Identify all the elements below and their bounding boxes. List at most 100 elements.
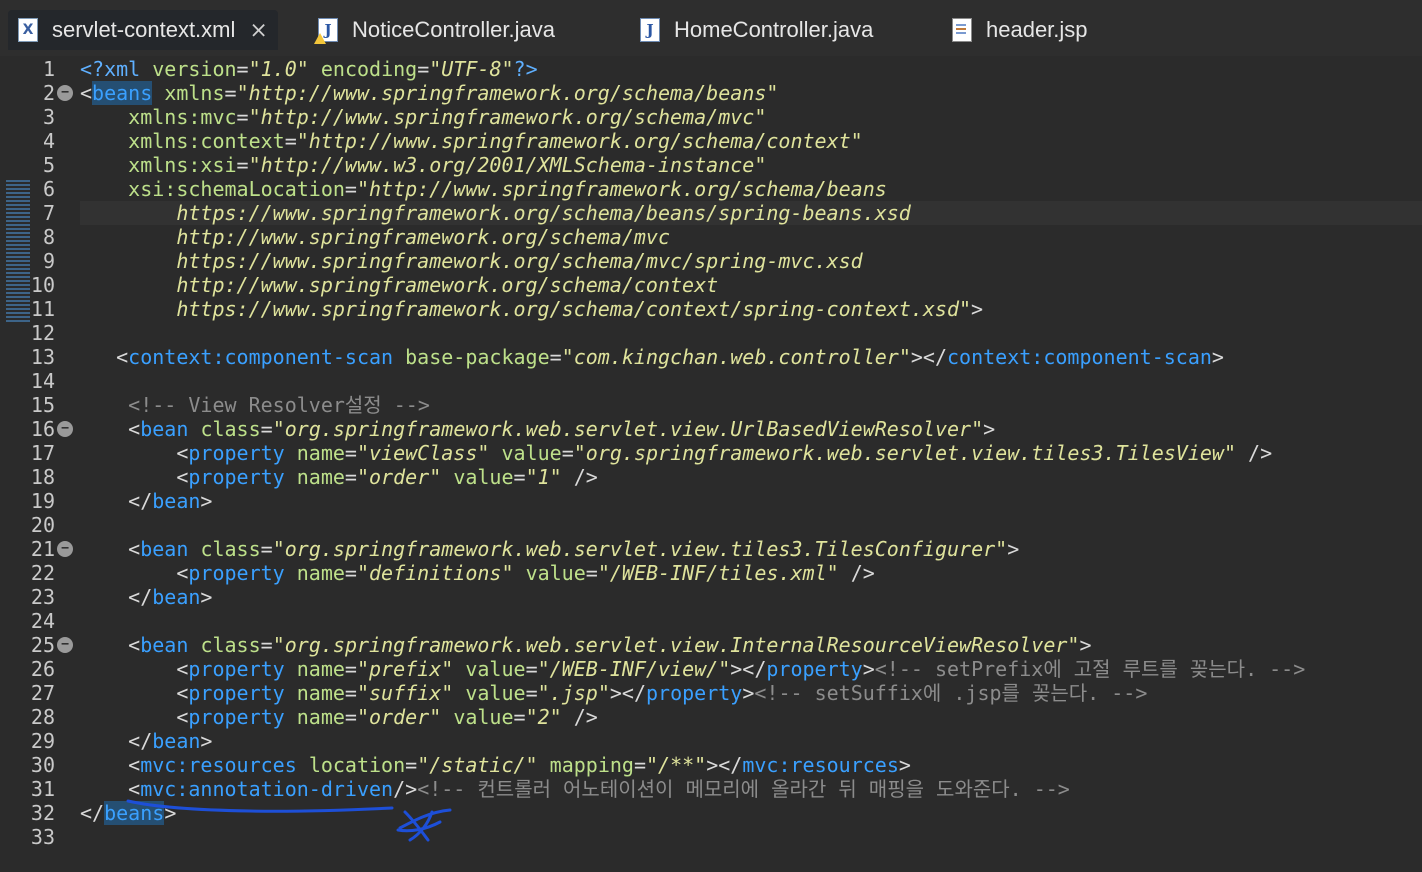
code-line[interactable]: 20 — [0, 513, 1422, 537]
code-line[interactable]: 11 https://www.springframework.org/schem… — [0, 297, 1422, 321]
close-icon[interactable]: ⨯ — [249, 19, 267, 41]
fold-toggle-icon[interactable]: − — [57, 637, 73, 653]
tab-header-jsp[interactable]: header.jsp — [952, 10, 1088, 50]
code-token: "/**" — [646, 753, 707, 777]
code-token: "viewClass" — [356, 441, 490, 465]
code-token: = — [260, 537, 273, 561]
code-token: > — [742, 681, 755, 705]
code-token: value — [465, 681, 526, 705]
code-line[interactable]: 25− <bean class="org.springframework.web… — [0, 633, 1422, 657]
code-line[interactable]: 32 </beans> — [0, 801, 1422, 825]
code-line[interactable]: 9 https://www.springframework.org/schema… — [0, 249, 1422, 273]
fold-toggle-icon[interactable]: − — [57, 421, 73, 437]
code-line[interactable]: 6 xsi:schemaLocation="http://www.springf… — [0, 177, 1422, 201]
code-line[interactable]: 26 <property name="prefix" value="/WEB-I… — [0, 657, 1422, 681]
code-token: property — [645, 681, 743, 705]
code-token: "/WEB-INF/view/" — [537, 657, 731, 681]
code-token: xmlns:mvc — [128, 105, 237, 129]
code-token: mvc:annotation-driven — [140, 777, 394, 801]
code-line[interactable]: 13 <context:component-scan base-package=… — [0, 345, 1422, 369]
code-line[interactable]: 15 <!-- View Resolver설정 --> — [0, 393, 1422, 417]
code-line[interactable]: 8 http://www.springframework.org/schema/… — [0, 225, 1422, 249]
code-token: "1" — [525, 465, 562, 489]
line-number: 17 — [30, 441, 55, 465]
code-token: < — [80, 441, 189, 465]
line-number: 6 — [42, 177, 55, 201]
tab-servlet-context-xml[interactable]: X servlet-context.xml ⨯ — [8, 10, 278, 50]
code-line[interactable]: 23 </bean> — [0, 585, 1422, 609]
line-number: 5 — [42, 153, 55, 177]
code-text: <?xml version="1.0" encoding="UTF-8"?> — [80, 57, 1422, 81]
code-token: "org.springframework.web.servlet.view.ti… — [272, 537, 1008, 561]
code-token: > — [1211, 345, 1224, 369]
code-token: = — [585, 561, 598, 585]
code-token: https://www.springframework.org/schema/m… — [176, 249, 863, 273]
line-number: 24 — [30, 609, 55, 633]
code-line[interactable]: 28 <property name="order" value="2" /> — [0, 705, 1422, 729]
code-line[interactable]: 30 <mvc:resources location="/static/" ma… — [0, 753, 1422, 777]
code-line[interactable]: 4 xmlns:context="http://www.springframew… — [0, 129, 1422, 153]
code-token: bean — [152, 489, 201, 513]
code-editor[interactable]: 1 <?xml version="1.0" encoding="UTF-8"?> 2… — [0, 56, 1422, 872]
code-line[interactable]: 14 — [0, 369, 1422, 393]
code-token: property — [188, 705, 285, 729]
code-token: > — [862, 657, 875, 681]
code-line[interactable]: 3 xmlns:mvc="http://www.springframework.… — [0, 105, 1422, 129]
code-line[interactable]: 19 </bean> — [0, 489, 1422, 513]
line-number: 20 — [30, 513, 55, 537]
code-token: context:component-scan — [128, 345, 394, 369]
code-token: /> — [561, 705, 598, 729]
line-number: 21 — [30, 537, 55, 561]
code-token: </ — [80, 489, 153, 513]
tab-home-controller[interactable]: J HomeController.java — [640, 10, 873, 50]
line-number: 14 — [30, 369, 55, 393]
line-number: 15 — [30, 393, 55, 417]
code-token: < — [80, 465, 189, 489]
code-token: class — [200, 417, 261, 441]
code-line[interactable]: 21− <bean class="org.springframework.web… — [0, 537, 1422, 561]
code-token: name — [296, 465, 345, 489]
code-token: http://www.springframework.org/schema/mv… — [176, 225, 671, 249]
code-token: ></ — [609, 681, 646, 705]
code-line[interactable]: 27 <property name="suffix" value=".jsp">… — [0, 681, 1422, 705]
code-line[interactable]: 7 https://www.springframework.org/schema… — [0, 201, 1422, 225]
code-line[interactable]: 2− <beans xmlns="http://www.springframewo… — [0, 81, 1422, 105]
tab-label: NoticeController.java — [352, 17, 555, 42]
fold-toggle-icon[interactable]: − — [57, 541, 73, 557]
code-token: < — [80, 633, 141, 657]
code-token: "http://www.springframework.org/schema/b… — [236, 81, 779, 105]
code-line[interactable]: 31 <mvc:annotation-driven/><!-- 컨트롤러 어노테… — [0, 777, 1422, 801]
code-token: context:component-scan — [947, 345, 1212, 369]
code-line[interactable]: 17 <property name="viewClass" value="org… — [0, 441, 1422, 465]
code-line[interactable]: 16− <bean class="org.springframework.web… — [0, 417, 1422, 441]
code-token: < — [80, 657, 189, 681]
line-number: 2 — [42, 81, 55, 105]
code-line[interactable]: 5 xmlns:xsi="http://www.w3.org/2001/XMLS… — [0, 153, 1422, 177]
code-line[interactable]: 18 <property name="order" value="1" /> — [0, 465, 1422, 489]
code-line[interactable]: 33 — [0, 825, 1422, 849]
code-line[interactable]: 29 </bean> — [0, 729, 1422, 753]
code-token: "com.kingchan.web.controller" — [561, 345, 911, 369]
code-line[interactable]: 1 <?xml version="1.0" encoding="UTF-8"?> — [0, 57, 1422, 81]
code-line[interactable]: 10 http://www.springframework.org/schema… — [0, 273, 1422, 297]
fold-toggle-icon[interactable]: − — [57, 85, 73, 101]
code-line[interactable]: 12 — [0, 321, 1422, 345]
code-token: = — [236, 105, 249, 129]
code-text: <property name="suffix" value=".jsp"></p… — [80, 681, 1422, 705]
code-text: xmlns:mvc="http://www.springframework.or… — [80, 105, 1422, 129]
code-token: ></ — [730, 657, 767, 681]
tab-notice-controller[interactable]: J NoticeController.java — [314, 10, 555, 50]
code-token: bean — [140, 633, 189, 657]
code-token: <!-- View Resolver설정 --> — [128, 393, 430, 417]
code-line[interactable]: 24 — [0, 609, 1422, 633]
code-line[interactable]: 22 <property name="definitions" value="/… — [0, 561, 1422, 585]
code-token: property — [188, 465, 285, 489]
line-number: 8 — [42, 225, 55, 249]
